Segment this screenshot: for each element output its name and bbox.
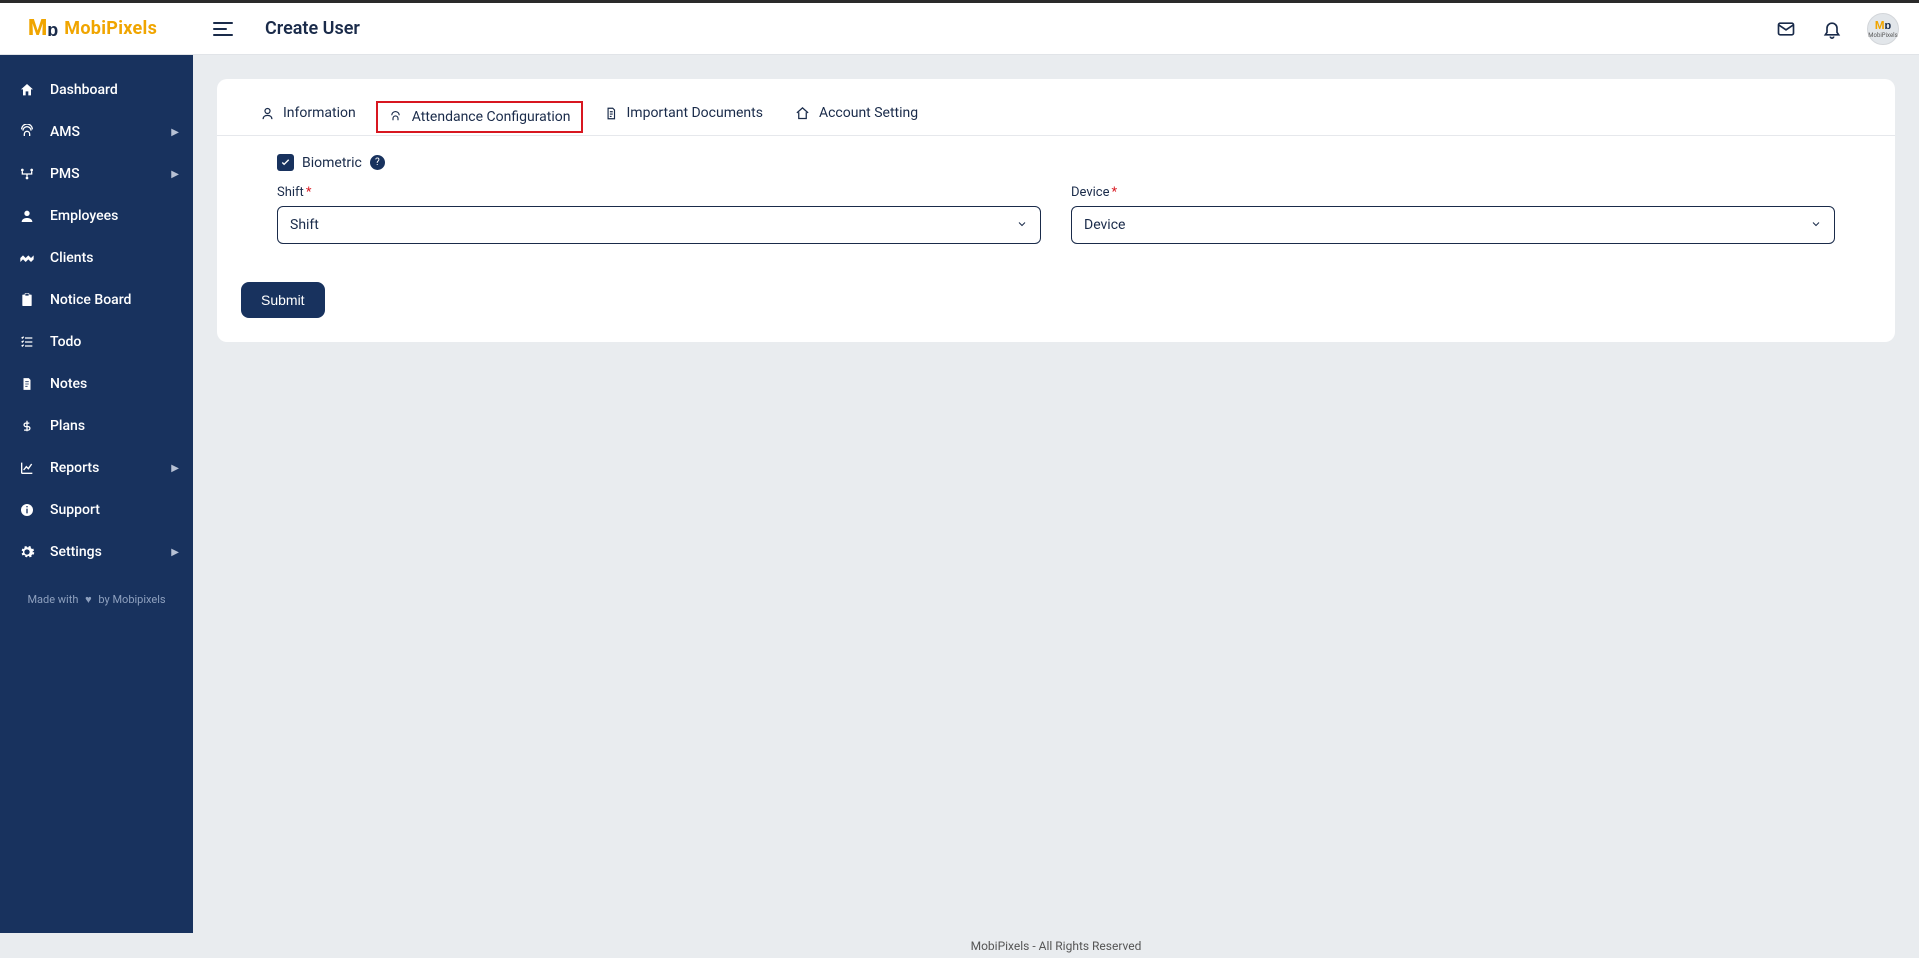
sidebar-item-label: Plans (50, 418, 85, 434)
device-select-value: Device (1084, 217, 1125, 233)
tab-attendance-configuration[interactable]: Attendance Configuration (376, 101, 583, 133)
made-with-prefix: Made with (27, 593, 78, 606)
topbar-right: Mɒ MobiPixels (1775, 13, 1899, 45)
tab-label: Account Setting (819, 105, 918, 121)
shift-field-group: Shift* Shift (277, 185, 1041, 244)
fingerprint-icon (388, 109, 404, 125)
page-title: Create User (265, 18, 360, 39)
biometric-row: Biometric ? (277, 154, 1835, 171)
biometric-label: Biometric (302, 155, 362, 171)
tab-label: Information (283, 105, 356, 121)
submit-wrap: Submit (217, 268, 1895, 342)
device-field-group: Device* Device (1071, 185, 1835, 244)
chevron-right-icon: ▶ (171, 463, 179, 474)
shift-select-value: Shift (290, 217, 319, 233)
form-area: Biometric ? Shift* Shift (217, 136, 1895, 268)
sidebar-item-dashboard[interactable]: Dashboard (0, 69, 193, 111)
shift-label-text: Shift (277, 185, 304, 200)
logo-mark-icon: Mɒ (28, 16, 58, 41)
sidebar-item-notice-board[interactable]: Notice Board (0, 279, 193, 321)
home-icon (18, 81, 36, 99)
sidebar-item-notes[interactable]: Notes (0, 363, 193, 405)
mail-icon[interactable] (1775, 18, 1797, 40)
topbar: Mɒ MobiPixels Create User Mɒ MobiPixels (0, 0, 1919, 55)
avatar-mark-icon: Mɒ (1875, 19, 1891, 32)
home-outline-icon (795, 105, 811, 121)
tab-important-documents[interactable]: Important Documents (591, 97, 775, 135)
person-icon (259, 105, 275, 121)
sidebar-item-support[interactable]: Support (0, 489, 193, 531)
footer: MobiPixels - All Rights Reserved (193, 933, 1919, 958)
menu-toggle-icon[interactable] (213, 17, 237, 41)
sidebar-nav: Dashboard AMS ▶ PMS ▶ Employees (0, 69, 193, 573)
sidebar-item-settings[interactable]: Settings ▶ (0, 531, 193, 573)
bell-icon[interactable] (1821, 18, 1843, 40)
tabs: Information Attendance Configuration Imp… (217, 79, 1895, 136)
card: Information Attendance Configuration Imp… (217, 79, 1895, 342)
chevron-right-icon: ▶ (171, 169, 179, 180)
sidebar-item-label: PMS (50, 166, 80, 182)
tab-information[interactable]: Information (247, 97, 368, 135)
fingerprint-icon (18, 123, 36, 141)
required-mark: * (306, 185, 312, 200)
sidebar-item-employees[interactable]: Employees (0, 195, 193, 237)
sidebar-item-label: AMS (50, 124, 80, 140)
clipboard-icon (18, 291, 36, 309)
help-icon[interactable]: ? (370, 155, 385, 170)
sidebar-item-label: Clients (50, 250, 93, 266)
sidebar: Dashboard AMS ▶ PMS ▶ Employees (0, 55, 193, 933)
gear-icon (18, 543, 36, 561)
sidebar-item-label: Support (50, 502, 100, 518)
tab-label: Important Documents (627, 105, 763, 121)
chevron-down-icon (1016, 218, 1028, 233)
user-icon (18, 207, 36, 225)
list-icon (18, 333, 36, 351)
network-icon (18, 165, 36, 183)
made-with: Made with ♥ by Mobipixels (0, 587, 193, 612)
chart-icon (18, 459, 36, 477)
document-icon (603, 105, 619, 121)
sidebar-item-label: Settings (50, 544, 102, 560)
sidebar-item-label: Notice Board (50, 292, 131, 308)
dollar-icon (18, 417, 36, 435)
sidebar-item-label: Employees (50, 208, 118, 224)
sidebar-item-reports[interactable]: Reports ▶ (0, 447, 193, 489)
device-label-text: Device (1071, 185, 1110, 200)
tab-account-setting[interactable]: Account Setting (783, 97, 930, 135)
sidebar-item-todo[interactable]: Todo (0, 321, 193, 363)
sidebar-item-label: Dashboard (50, 82, 118, 98)
sidebar-item-ams[interactable]: AMS ▶ (0, 111, 193, 153)
heart-icon: ♥ (85, 593, 92, 606)
required-mark: * (1112, 185, 1118, 200)
form-row: Shift* Shift Device* Device (277, 185, 1835, 244)
sidebar-item-label: Todo (50, 334, 81, 350)
chevron-right-icon: ▶ (171, 127, 179, 138)
sidebar-item-label: Reports (50, 460, 99, 476)
tab-label: Attendance Configuration (412, 109, 571, 125)
device-label: Device* (1071, 185, 1835, 200)
sidebar-item-clients[interactable]: Clients (0, 237, 193, 279)
device-select[interactable]: Device (1071, 206, 1835, 244)
logo[interactable]: Mɒ MobiPixels (0, 16, 193, 41)
note-icon (18, 375, 36, 393)
shift-select[interactable]: Shift (277, 206, 1041, 244)
made-with-suffix: by Mobipixels (98, 593, 165, 606)
biometric-checkbox[interactable] (277, 154, 294, 171)
submit-button[interactable]: Submit (241, 282, 325, 318)
handshake-icon (18, 249, 36, 267)
chevron-right-icon: ▶ (171, 547, 179, 558)
chevron-down-icon (1810, 218, 1822, 233)
sidebar-item-label: Notes (50, 376, 87, 392)
info-icon (18, 501, 36, 519)
logo-text: MobiPixels (64, 18, 157, 39)
avatar[interactable]: Mɒ MobiPixels (1867, 13, 1899, 45)
footer-text: MobiPixels - All Rights Reserved (971, 939, 1142, 953)
sidebar-item-plans[interactable]: Plans (0, 405, 193, 447)
shift-label: Shift* (277, 185, 1041, 200)
sidebar-item-pms[interactable]: PMS ▶ (0, 153, 193, 195)
avatar-label: MobiPixels (1868, 32, 1897, 39)
content: Information Attendance Configuration Imp… (193, 55, 1919, 933)
